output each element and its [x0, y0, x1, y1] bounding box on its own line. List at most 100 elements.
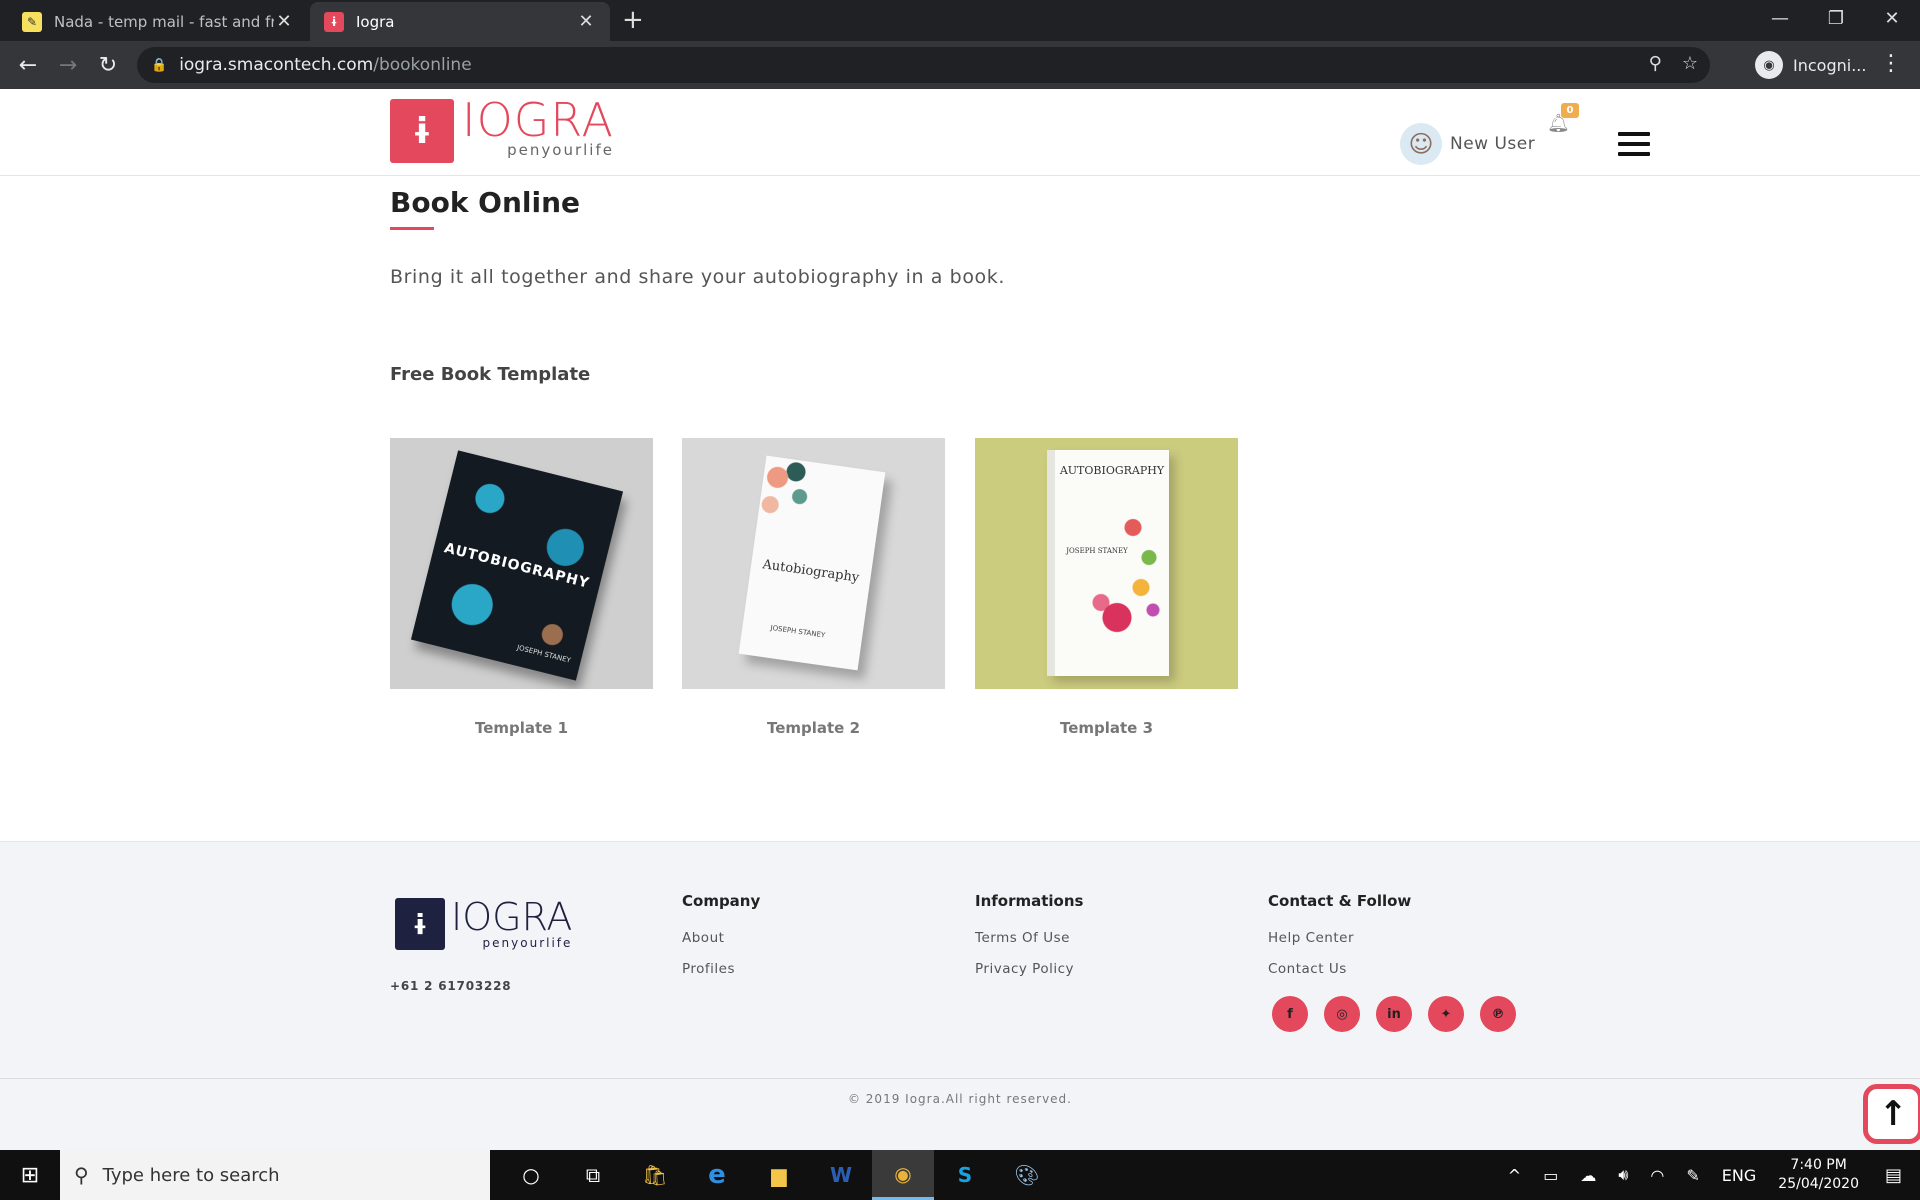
user-menu[interactable]: ☺ New User — [1400, 123, 1535, 165]
template-card-1[interactable]: AUTOBIOGRAPHY JOSEPH STANEY Template 1 — [390, 438, 653, 737]
tab-title: Iogra — [356, 12, 395, 31]
url-host: iogra.smacontech.com — [179, 55, 374, 75]
title-underline — [390, 227, 434, 230]
footer-logo[interactable]: ɨ IOGRA penyourlife — [395, 898, 572, 950]
browser-toolbar: ← → ↻ 🔒 iogra.smacontech.com/bookonline … — [0, 41, 1920, 89]
site-footer: ɨ IOGRA penyourlife +61 2 61703228 Compa… — [0, 841, 1920, 1150]
browser-tab-active[interactable]: ɨ Iogra ✕ — [310, 2, 610, 41]
close-tab-icon[interactable]: ✕ — [274, 11, 294, 32]
url-path: /bookonline — [373, 55, 472, 75]
footer-link-profiles[interactable]: Profiles — [682, 961, 760, 977]
footer-contact: Contact & Follow Help Center Contact Us — [1268, 892, 1411, 992]
footer-heading: Informations — [975, 892, 1084, 910]
intro-text: Bring it all together and share your aut… — [390, 266, 1006, 288]
zoom-icon[interactable]: ⚲ — [1649, 53, 1662, 74]
template-2-image[interactable]: Autobiography JOSEPH STANEY — [682, 438, 945, 689]
footer-company: Company About Profiles — [682, 892, 760, 992]
minimize-icon[interactable]: — — [1752, 0, 1808, 41]
cover-author: JOSEPH STANEY — [770, 623, 826, 640]
skype-icon[interactable]: S — [934, 1150, 996, 1200]
back-icon[interactable]: ← — [8, 53, 48, 78]
battery-icon[interactable]: ▭ — [1543, 1166, 1558, 1185]
word-icon[interactable]: W — [810, 1150, 872, 1200]
twitter-icon[interactable]: ✦ — [1428, 996, 1464, 1032]
arrow-up-icon: ↑ — [1878, 1094, 1908, 1134]
search-placeholder: Type here to search — [102, 1164, 280, 1186]
footer-heading: Company — [682, 892, 761, 910]
footer-link-terms[interactable]: Terms Of Use — [975, 930, 1083, 946]
phone-number: +61 2 61703228 — [390, 979, 512, 993]
avatar: ☺ — [1400, 123, 1442, 165]
nada-icon: ✎ — [22, 11, 42, 32]
task-view-icon[interactable]: ⧉ — [562, 1150, 624, 1200]
close-window-icon[interactable]: ✕ — [1864, 0, 1920, 41]
cortana-icon[interactable]: ○ — [500, 1150, 562, 1200]
instagram-icon[interactable]: ◎ — [1324, 996, 1360, 1032]
clock-time: 7:40 PM — [1790, 1157, 1847, 1173]
close-tab-icon[interactable]: ✕ — [576, 11, 596, 32]
logo-mark-icon: ɨ — [395, 898, 445, 950]
clock[interactable]: 7:40 PM 25/04/2020 — [1778, 1156, 1859, 1194]
iogra-icon: ɨ — [324, 11, 344, 32]
footer-link-privacy[interactable]: Privacy Policy — [975, 961, 1083, 977]
window-controls: — ❐ ✕ — [1752, 0, 1920, 41]
template-3-image[interactable]: AUTOBIOGRAPHY JOSEPH STANEY — [975, 438, 1238, 689]
profile-label: Incogni... — [1793, 55, 1867, 75]
language-indicator[interactable]: ENG — [1722, 1166, 1756, 1185]
file-explorer-icon[interactable]: ▆ — [748, 1150, 810, 1200]
chrome-icon[interactable]: ◉ — [872, 1150, 934, 1200]
template-card-3[interactable]: AUTOBIOGRAPHY JOSEPH STANEY Template 3 — [975, 438, 1238, 737]
restore-icon[interactable]: ❐ — [1808, 0, 1864, 41]
linkedin-icon[interactable]: in — [1376, 996, 1412, 1032]
wifi-icon[interactable]: ◠ — [1650, 1166, 1664, 1185]
footer-link-contact[interactable]: Contact Us — [1268, 961, 1411, 977]
footer-link-about[interactable]: About — [682, 930, 760, 946]
volume-icon[interactable]: 🔊︎ — [1618, 1165, 1628, 1185]
template-caption[interactable]: Template 3 — [975, 719, 1238, 737]
page-title: Book Online — [390, 186, 581, 219]
cover-title: AUTOBIOGRAPHY — [1059, 464, 1165, 477]
template-caption[interactable]: Template 2 — [682, 719, 945, 737]
template-card-2[interactable]: Autobiography JOSEPH STANEY Template 2 — [682, 438, 945, 737]
system-tray: ^ ▭ ☁ 🔊︎ ◠ ✎ ENG 7:40 PM 25/04/2020 ▤ — [1508, 1150, 1920, 1200]
onedrive-icon[interactable]: ☁ — [1580, 1166, 1596, 1185]
forward-icon[interactable]: → — [48, 53, 88, 78]
template-caption[interactable]: Template 1 — [390, 719, 653, 737]
notifications-icon[interactable]: ▤ — [1885, 1165, 1902, 1186]
hamburger-menu-icon[interactable] — [1618, 132, 1650, 162]
menu-kebab-icon[interactable]: ⋮ — [1880, 51, 1902, 76]
windows-start-icon[interactable]: ⊞ — [0, 1163, 60, 1188]
cover-title: Autobiography — [761, 556, 861, 586]
footer-link-help[interactable]: Help Center — [1268, 930, 1411, 946]
search-icon: ⚲ — [74, 1163, 89, 1187]
notification-badge: 0 — [1561, 103, 1579, 118]
logo-mark-icon: ɨ — [390, 99, 454, 163]
bookmark-star-icon[interactable]: ☆ — [1682, 53, 1698, 74]
site-header: ɨ IOGRA penyourlife ☺ New User 🔔︎ 0 — [0, 89, 1920, 176]
tab-title: Nada - temp mail - fast and free — [54, 12, 274, 31]
incognito-profile[interactable]: ◉ Incogni... — [1755, 49, 1866, 81]
address-bar[interactable]: 🔒 iogra.smacontech.com/bookonline ⚲ ☆ — [137, 47, 1710, 83]
user-name: New User — [1450, 134, 1536, 154]
scroll-to-top-button[interactable]: ↑ — [1863, 1084, 1920, 1144]
store-icon[interactable]: 🛍︎ — [624, 1150, 686, 1200]
copyright: © 2019 Iogra.All right reserved. — [847, 1092, 1072, 1106]
facebook-icon[interactable]: f — [1272, 996, 1308, 1032]
chevron-up-icon[interactable]: ^ — [1508, 1166, 1521, 1185]
windows-taskbar: ⊞ ⚲ Type here to search ○ ⧉ 🛍︎ e ▆ W ◉ S… — [0, 1150, 1920, 1200]
browser-tab[interactable]: ✎ Nada - temp mail - fast and free ✕ — [8, 2, 308, 41]
social-links: f ◎ in ✦ ℗ — [1272, 996, 1516, 1032]
template-1-image[interactable]: AUTOBIOGRAPHY JOSEPH STANEY — [390, 438, 653, 689]
paint-icon[interactable]: 🎨︎ — [996, 1150, 1058, 1200]
footer-heading: Contact & Follow — [1268, 892, 1412, 910]
new-tab-button[interactable]: + — [622, 5, 644, 35]
footer-informations: Informations Terms Of Use Privacy Policy — [975, 892, 1083, 992]
browser-tab-strip: ✎ Nada - temp mail - fast and free ✕ ɨ I… — [0, 0, 1920, 41]
pinterest-icon[interactable]: ℗ — [1480, 996, 1516, 1032]
taskbar-search[interactable]: ⚲ Type here to search — [60, 1150, 490, 1200]
edge-icon[interactable]: e — [686, 1150, 748, 1200]
site-logo[interactable]: ɨ IOGRA penyourlife — [390, 97, 614, 163]
reload-icon[interactable]: ↻ — [88, 53, 128, 78]
section-heading: Free Book Template — [390, 364, 591, 385]
pen-icon[interactable]: ✎ — [1686, 1166, 1699, 1185]
